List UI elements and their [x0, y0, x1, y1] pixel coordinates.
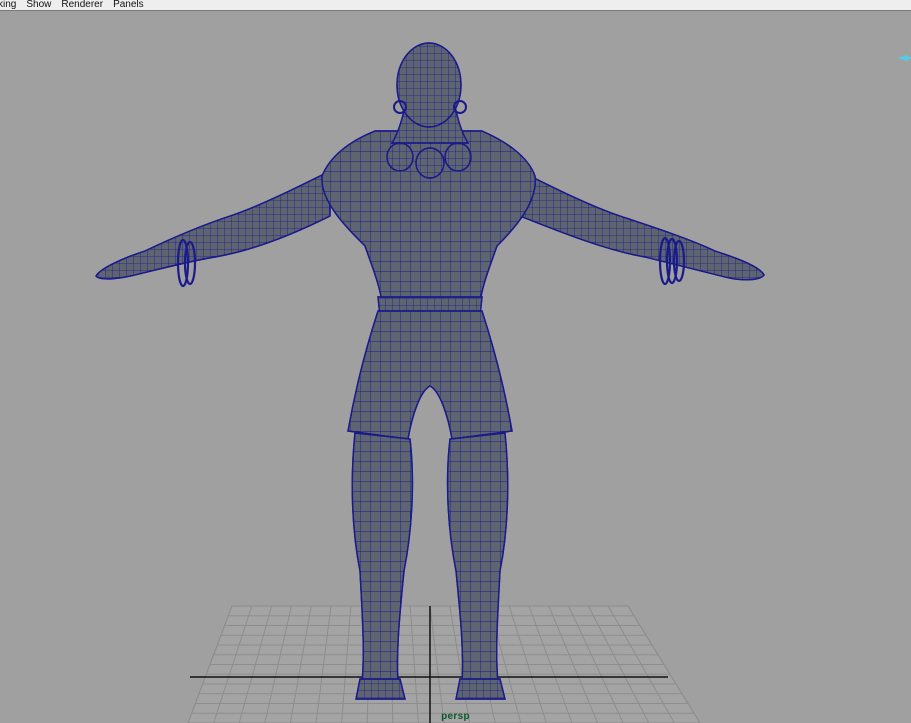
menu-renderer[interactable]: Renderer [56, 0, 108, 10]
character-mesh[interactable] [95, 42, 765, 700]
menu-show[interactable]: Show [21, 0, 56, 10]
panel-menu-bar: king Show Renderer Panels [0, 0, 911, 11]
camera-name-label: persp [441, 711, 470, 722]
arrow-indicator-icon [897, 55, 911, 61]
ground-grid [187, 605, 701, 723]
menu-lighting[interactable]: king [0, 0, 21, 10]
menu-panels[interactable]: Panels [108, 0, 149, 10]
perspective-viewport[interactable]: persp [0, 11, 911, 723]
maya-window: king Show Renderer Panels [0, 0, 911, 723]
